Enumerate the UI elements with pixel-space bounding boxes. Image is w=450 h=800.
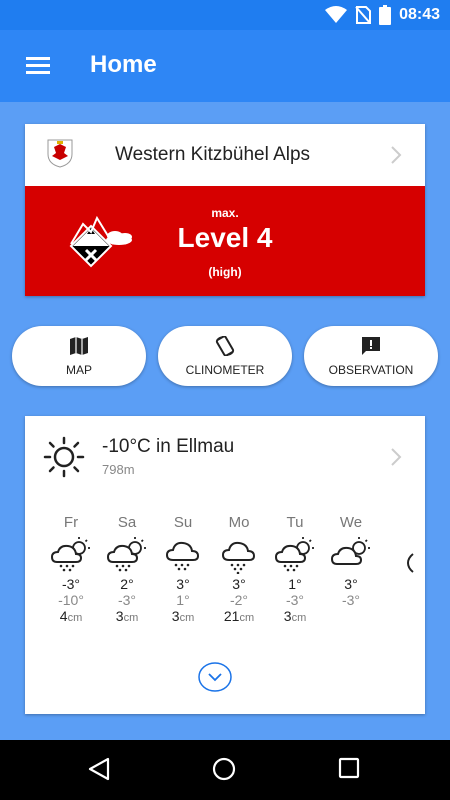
partly-cloudy-snow-icon — [274, 537, 314, 572]
current-weather: -10°C in Ellmau — [102, 436, 235, 457]
forecast-snow: 3cm — [267, 608, 323, 624]
cloud-snow-icon — [165, 541, 200, 571]
snow-amount: 3 — [283, 608, 292, 624]
snow-unit: cm — [67, 612, 83, 624]
danger-prefix: max. — [211, 206, 239, 220]
forecast-high: -3° — [61, 576, 81, 592]
observation-icon — [362, 337, 380, 355]
forecast-high: 2° — [120, 576, 134, 592]
partly-cloudy-snow-icon — [106, 537, 146, 572]
forecast-high: 3° — [232, 576, 246, 592]
forecast-day-name: Mo — [228, 514, 250, 531]
snow-amount: 21 — [223, 608, 240, 624]
partly-cloudy-icon — [330, 537, 370, 565]
forecast-day: Fr -3° -10° 4cm — [43, 514, 99, 624]
clinometer-icon — [215, 336, 235, 356]
forecast-strip: Fr -3° -10° 4cm Sa 2° -3° 3cm Su 3° 1° 3… — [43, 514, 414, 644]
forecast-day: Su 3° 1° 3cm — [155, 514, 211, 624]
danger-level: Level 4 — [177, 222, 273, 253]
map-button[interactable]: MAP — [12, 326, 146, 386]
forecast-high: 3° — [176, 576, 190, 592]
forecast-high: 3° — [344, 576, 358, 592]
forecast-low: -3° — [341, 592, 361, 608]
system-nav-bar — [0, 740, 450, 800]
forecast-snow: 3cm — [155, 608, 211, 624]
status-bar: 08:43 — [0, 0, 450, 30]
back-icon[interactable] — [86, 756, 112, 782]
forecast-low: -3° — [285, 592, 305, 608]
wifi-icon — [325, 6, 348, 23]
forecast-day-name: Sa — [117, 514, 137, 531]
forecast-high: 1° — [288, 576, 302, 592]
chevron-right-icon[interactable] — [389, 145, 403, 165]
forecast-low: 1° — [176, 592, 190, 608]
danger-description: (high) — [208, 265, 242, 279]
clock: 08:43 — [399, 6, 440, 23]
snow-unit: cm — [179, 612, 195, 624]
hamburger-menu-icon[interactable] — [26, 54, 52, 78]
weather-card[interactable]: -10°C in Ellmau 798m Fr -3° -10° 4cm Sa — [25, 416, 425, 714]
forecast-snow: 3cm — [99, 608, 155, 624]
forecast-snow: 4cm — [43, 608, 99, 624]
forecast-day: We 3° -3° — [323, 514, 379, 608]
map-icon — [70, 337, 88, 355]
forecast-snow: 21cm — [211, 608, 267, 624]
partial-weather-icon — [407, 553, 414, 573]
forecast-day-name: Su — [173, 514, 193, 531]
snow-amount: 3 — [171, 608, 180, 624]
region-name: Western Kitzbühel Alps — [115, 144, 311, 165]
cloud-snow-icon — [221, 541, 256, 574]
forecast-day: Tu 1° -3° 3cm — [267, 514, 323, 624]
tyrol-coat-of-arms-icon — [47, 139, 73, 168]
observation-button-label: OBSERVATION — [328, 363, 414, 377]
forecast-day-name: Fr — [63, 514, 79, 531]
forecast-low: -3° — [117, 592, 137, 608]
recent-apps-icon[interactable] — [338, 757, 360, 779]
forecast-low: -2° — [229, 592, 249, 608]
chevron-right-icon[interactable] — [389, 447, 403, 467]
snow-amount: 4 — [59, 608, 68, 624]
forecast-day-name: Tu — [286, 514, 304, 531]
forecast-day-name: We — [339, 514, 363, 531]
home-icon[interactable] — [211, 756, 237, 782]
partly-cloudy-snow-icon — [50, 537, 90, 572]
battery-icon — [379, 5, 392, 25]
forecast-day: Sa 2° -3° 3cm — [99, 514, 155, 624]
region-card[interactable]: Western Kitzbühel Alps max. Level 4 (hig… — [25, 124, 425, 296]
station-altitude: 798m — [102, 462, 135, 477]
clinometer-button[interactable]: CLINOMETER — [158, 326, 292, 386]
forecast-day: Mo 3° -2° 21cm — [211, 514, 267, 624]
sun-icon — [43, 436, 85, 478]
observation-button[interactable]: OBSERVATION — [304, 326, 438, 386]
map-button-label: MAP — [65, 363, 92, 377]
page-title: Home — [90, 51, 157, 78]
danger-level-banner[interactable]: max. Level 4 (high) — [25, 186, 425, 296]
app-bar: Home — [0, 30, 450, 102]
snow-amount: 3 — [115, 608, 124, 624]
snow-unit: cm — [291, 612, 307, 624]
clinometer-button-label: CLINOMETER — [185, 363, 265, 377]
region-header[interactable]: Western Kitzbühel Alps — [25, 124, 425, 186]
no-sim-icon — [355, 6, 372, 24]
snow-unit: cm — [123, 612, 139, 624]
expand-more-icon[interactable] — [198, 662, 232, 692]
snow-unit: cm — [239, 612, 255, 624]
forecast-low: -10° — [58, 592, 84, 608]
